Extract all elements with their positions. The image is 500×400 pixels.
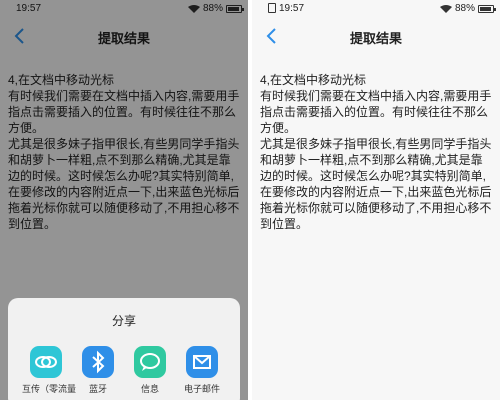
- swap-transfer-icon: [30, 346, 62, 378]
- left-screen: 19:57 88% 提取结果 4,在文档中移动光标 有时候我们需要在文档中插入内…: [0, 0, 248, 400]
- wifi-icon: [439, 4, 452, 13]
- sim-card-icon: [268, 3, 276, 14]
- share-sheet: 分享 互传（零流量 蓝牙 信息 电子邮件: [8, 298, 240, 400]
- share-item-label: 信息: [140, 384, 159, 394]
- status-bar: 19:57 88%: [252, 0, 500, 18]
- share-item-label: 蓝牙: [88, 384, 107, 394]
- status-time-text: 19:57: [279, 3, 305, 14]
- battery-icon: [478, 4, 496, 13]
- status-time: 19:57: [268, 3, 304, 14]
- share-item-label: 电子邮件: [183, 384, 220, 394]
- share-item-transfer[interactable]: 互传（零流量: [22, 346, 77, 395]
- mail-icon: [186, 346, 218, 378]
- share-item-bluetooth[interactable]: 蓝牙: [74, 346, 122, 395]
- share-item-message[interactable]: 信息: [126, 346, 174, 395]
- text-paragraph-1: 有时候我们需要在文档中插入内容,需要用手指点击需要插入的位置。有时候往往不那么方…: [260, 89, 492, 135]
- nav-bar: 提取结果: [252, 18, 500, 56]
- extracted-text: 4,在文档中移动光标 有时候我们需要在文档中插入内容,需要用手指点击需要插入的位…: [260, 72, 494, 232]
- status-indicators: 88%: [439, 3, 496, 14]
- battery-percent: 88%: [454, 3, 475, 14]
- bluetooth-icon: [82, 346, 114, 378]
- text-paragraph-2: 尤其是很多妹子指甲很长,有些男同学手指头和胡萝卜一样粗,点不到那么精确,尤其是靠…: [260, 137, 492, 231]
- message-icon: [134, 346, 166, 378]
- share-item-email[interactable]: 电子邮件: [178, 346, 226, 395]
- page-title: 提取结果: [349, 31, 402, 46]
- right-screen: 19:57 88% 提取结果 4,在文档中移动光标 有时候我们需要在文档中插入内…: [252, 0, 500, 400]
- share-sheet-title: 分享: [111, 314, 136, 328]
- share-item-label: 互传（零流量: [22, 384, 77, 394]
- text-heading: 4,在文档中移动光标: [260, 73, 367, 87]
